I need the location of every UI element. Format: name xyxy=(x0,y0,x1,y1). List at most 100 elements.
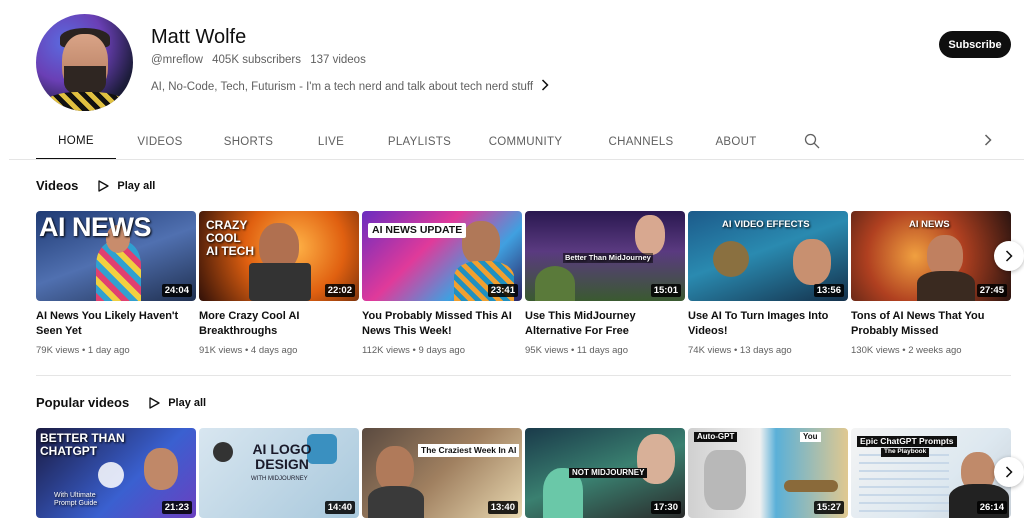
channel-meta: @mreflow 405K subscribers 137 videos xyxy=(151,54,372,66)
video-thumbnail[interactable]: AI VIDEO EFFECTS 13:56 xyxy=(688,211,848,301)
avatar-shirt xyxy=(44,92,126,111)
thumbnail-laptop xyxy=(249,263,311,301)
thumbnail-face xyxy=(635,215,665,255)
video-thumbnail[interactable]: CRAZY COOL AI TECH 22:02 xyxy=(199,211,359,301)
video-thumbnail[interactable]: Better Than MidJourney 15:01 xyxy=(525,211,685,301)
upload-age: 11 days ago xyxy=(576,345,628,356)
video-thumbnail[interactable]: NOT MIDJOURNEY 17:30 xyxy=(525,428,685,518)
video-card[interactable]: The Craziest Week In AI 13:40 xyxy=(362,428,522,518)
video-meta: 91K views • 4 days ago xyxy=(199,345,298,356)
chevron-right-icon xyxy=(1005,466,1013,478)
view-count: 112K views xyxy=(362,345,410,356)
video-card[interactable]: Epic ChatGPT Prompts The Playbook 26:14 xyxy=(851,428,1011,518)
thumbnail-robot xyxy=(704,450,746,510)
thumbnail-text: The Craziest Week In AI xyxy=(418,444,520,457)
video-duration: 14:40 xyxy=(324,501,355,514)
subscriber-count: 405K subscribers xyxy=(212,54,301,66)
popular-scroll-next-button[interactable] xyxy=(994,457,1024,487)
tab-community[interactable]: COMMUNITY xyxy=(470,124,581,160)
tab-playlists[interactable]: PLAYLISTS xyxy=(369,124,470,160)
videos-scroll-next-button[interactable] xyxy=(994,241,1024,271)
thumbnail-suit xyxy=(917,271,975,301)
video-duration: 26:14 xyxy=(976,501,1007,514)
thumbnail-text: CRAZY COOL AI TECH xyxy=(206,218,254,258)
upload-age: 2 weeks ago xyxy=(908,345,962,356)
video-thumbnail[interactable]: Auto-GPT You 15:27 xyxy=(688,428,848,518)
thumbnail-face xyxy=(793,239,831,285)
video-meta: 79K views • 1 day ago xyxy=(36,345,130,356)
section-divider xyxy=(36,375,1011,376)
video-card[interactable]: NOT MIDJOURNEY 17:30 xyxy=(525,428,685,518)
video-duration: 15:27 xyxy=(813,501,844,514)
thumbnail-subtext: WITH MIDJOURNEY xyxy=(251,476,308,482)
thumbnail-face xyxy=(462,221,500,265)
tab-shorts[interactable]: SHORTS xyxy=(204,124,293,160)
video-duration: 17:30 xyxy=(650,501,681,514)
video-duration: 15:01 xyxy=(650,284,681,297)
chevron-right-icon[interactable] xyxy=(541,78,549,95)
section-popular-header: Popular videos Play all xyxy=(36,395,206,410)
video-card[interactable]: AI NEWS UPDATE 23:41 You Probably Missed… xyxy=(362,211,522,356)
video-meta: 130K views • 2 weeks ago xyxy=(851,345,962,356)
video-title[interactable]: You Probably Missed This AI News This We… xyxy=(362,309,522,339)
video-card[interactable]: Better Than MidJourney 15:01 Use This Mi… xyxy=(525,211,685,356)
tab-home[interactable]: HOME xyxy=(36,124,116,160)
section-title: Videos xyxy=(36,178,79,193)
tab-live[interactable]: LIVE xyxy=(293,124,369,160)
thumbnail-text: BETTER THAN CHATGPT xyxy=(40,431,125,458)
video-thumbnail[interactable]: Epic ChatGPT Prompts The Playbook 26:14 xyxy=(851,428,1011,518)
video-meta: 74K views • 13 days ago xyxy=(688,345,792,356)
thumbnail-robot xyxy=(713,241,749,277)
video-duration: 22:02 xyxy=(324,284,355,297)
thumbnail-logo xyxy=(98,462,124,488)
thumbnail-subtext: You xyxy=(800,432,821,442)
video-card[interactable]: Auto-GPT You 15:27 xyxy=(688,428,848,518)
thumbnail-text: AI NEWS UPDATE xyxy=(368,223,467,238)
tab-channels[interactable]: CHANNELS xyxy=(581,124,701,160)
chevron-right-icon[interactable] xyxy=(984,133,992,151)
video-thumbnail[interactable]: AI LOGO DESIGN WITH MIDJOURNEY 14:40 xyxy=(199,428,359,518)
video-thumbnail[interactable]: BETTER THAN CHATGPT With Ultimate Prompt… xyxy=(36,428,196,518)
channel-description[interactable]: AI, No-Code, Tech, Futurism - I'm a tech… xyxy=(151,78,549,95)
channel-avatar[interactable] xyxy=(36,14,133,111)
video-count: 137 videos xyxy=(310,54,366,66)
video-title[interactable]: Tons of AI News That You Probably Missed xyxy=(851,309,1011,339)
upload-age: 13 days ago xyxy=(739,345,792,356)
video-thumbnail[interactable]: The Craziest Week In AI 13:40 xyxy=(362,428,522,518)
play-all-button[interactable]: Play all xyxy=(98,180,155,192)
video-card[interactable]: BETTER THAN CHATGPT With Ultimate Prompt… xyxy=(36,428,196,518)
video-title[interactable]: AI News You Likely Haven't Seen Yet xyxy=(36,309,196,339)
video-card[interactable]: CRAZY COOL AI TECH 22:02 More Crazy Cool… xyxy=(199,211,359,356)
videos-row: AI NEWS 24:04 AI News You Likely Haven't… xyxy=(36,211,1011,356)
video-duration: 21:23 xyxy=(161,501,192,514)
play-all-label: Play all xyxy=(168,396,207,409)
video-thumbnail[interactable]: AI NEWS 27:45 xyxy=(851,211,1011,301)
tab-about[interactable]: ABOUT xyxy=(701,124,771,160)
video-thumbnail[interactable]: AI NEWS 24:04 xyxy=(36,211,196,301)
video-card[interactable]: AI VIDEO EFFECTS 13:56 Use AI To Turn Im… xyxy=(688,211,848,356)
tab-videos[interactable]: VIDEOS xyxy=(116,124,204,160)
view-count: 74K views xyxy=(688,345,732,356)
video-duration: 24:04 xyxy=(161,284,192,297)
view-count: 130K views xyxy=(851,345,900,356)
play-all-button[interactable]: Play all xyxy=(149,397,206,409)
video-meta: 112K views • 9 days ago xyxy=(362,345,465,356)
view-count: 79K views xyxy=(36,345,80,356)
thumbnail-logo xyxy=(213,442,233,462)
thumbnail-text: AI LOGO DESIGN xyxy=(252,441,312,472)
video-card[interactable]: AI LOGO DESIGN WITH MIDJOURNEY 14:40 xyxy=(199,428,359,518)
thumbnail-hammock xyxy=(784,480,838,492)
thumbnail-text: Auto-GPT xyxy=(694,432,738,442)
video-title[interactable]: More Crazy Cool AI Breakthroughs xyxy=(199,309,359,339)
video-card[interactable]: AI NEWS 24:04 AI News You Likely Haven't… xyxy=(36,211,196,356)
subscribe-button[interactable]: Subscribe xyxy=(939,31,1011,58)
search-icon[interactable] xyxy=(804,133,820,149)
video-title[interactable]: Use AI To Turn Images Into Videos! xyxy=(688,309,848,339)
chevron-right-icon xyxy=(1005,250,1013,262)
video-thumbnail[interactable]: AI NEWS UPDATE 23:41 xyxy=(362,211,522,301)
view-count: 91K views xyxy=(199,345,243,356)
channel-name: Matt Wolfe xyxy=(151,26,247,48)
thumbnail-text: AI NEWS xyxy=(39,212,152,242)
video-title[interactable]: Use This MidJourney Alternative For Free xyxy=(525,309,685,339)
video-card[interactable]: AI NEWS 27:45 Tons of AI News That You P… xyxy=(851,211,1011,356)
